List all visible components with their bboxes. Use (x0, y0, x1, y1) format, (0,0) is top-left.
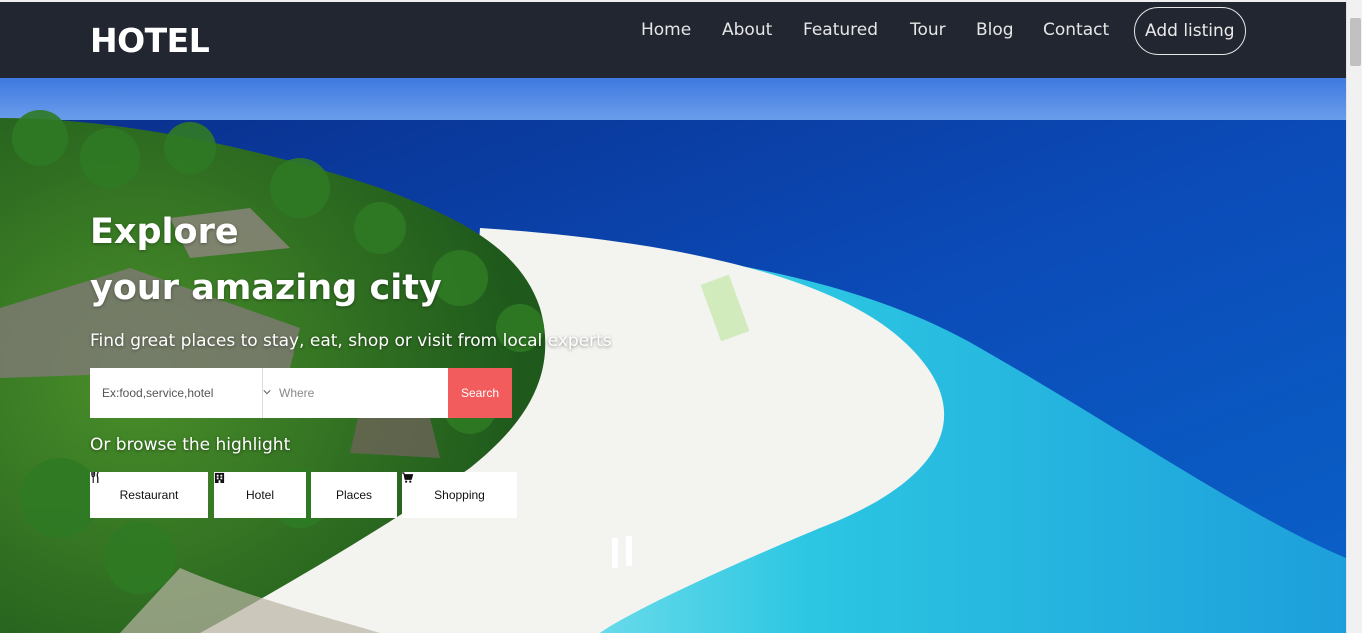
nav-contact[interactable]: Contact (1043, 20, 1109, 40)
category-label: Shopping (434, 488, 485, 502)
search-where-select[interactable]: Where (262, 368, 448, 418)
category-restaurant-button[interactable]: Restaurant (90, 472, 208, 518)
building-icon (214, 472, 225, 483)
navbar: HOTEL Home About Featured Tour Blog Cont… (0, 2, 1346, 78)
browse-label: Or browse the highlight (90, 435, 291, 455)
category-places-button[interactable]: Places (311, 472, 397, 518)
category-hotel-button[interactable]: Hotel (214, 472, 306, 518)
search-button[interactable]: Search (448, 368, 512, 418)
main-nav: Home About Featured Tour Blog Contact Ad… (0, 2, 1346, 78)
nav-about[interactable]: About (722, 20, 772, 40)
scrollbar-thumb[interactable] (1350, 18, 1361, 66)
hero-subtitle: Find great places to stay, eat, shop or … (90, 331, 612, 351)
page-scrollbar[interactable] (1346, 0, 1362, 633)
nav-blog[interactable]: Blog (976, 20, 1014, 40)
chevron-down-icon (263, 390, 271, 395)
where-select-value: Where (279, 386, 315, 400)
nav-home[interactable]: Home (641, 20, 691, 40)
category-label: Places (335, 488, 373, 502)
category-shopping-button[interactable]: Shopping (402, 472, 517, 518)
cart-icon (402, 472, 413, 483)
search-bar: Where Search (90, 368, 512, 418)
hero-title-line1: Explore (90, 212, 239, 252)
search-what-input[interactable] (90, 368, 262, 418)
add-listing-button[interactable]: Add listing (1134, 7, 1246, 55)
nav-tour[interactable]: Tour (910, 20, 946, 40)
hero-section: Explore your amazing city Find great pla… (0, 78, 1346, 633)
hero-title-line2: your amazing city (90, 268, 442, 308)
beach-background-image (0, 78, 1346, 633)
utensils-icon (91, 472, 99, 483)
category-label: Hotel (245, 488, 274, 502)
nav-featured[interactable]: Featured (803, 20, 878, 40)
category-label: Restaurant (119, 488, 179, 502)
